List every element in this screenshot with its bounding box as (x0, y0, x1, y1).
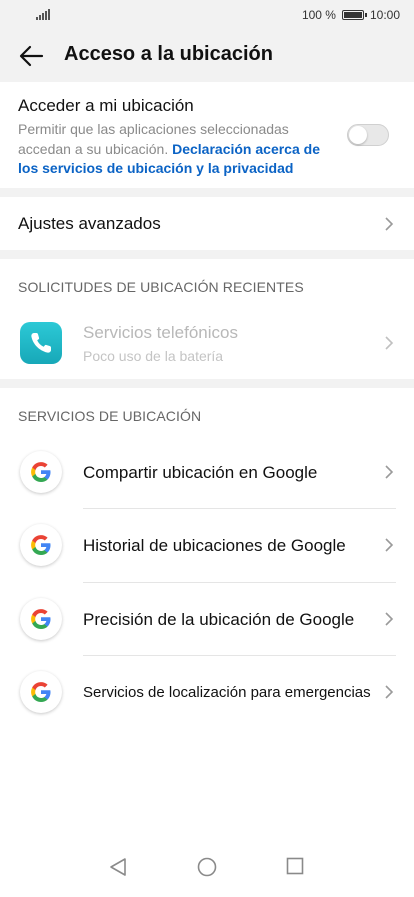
google-icon (20, 524, 62, 566)
phone-icon (20, 322, 62, 364)
triangle-back-icon (110, 858, 126, 876)
advanced-settings-row[interactable]: Ajustes avanzados (0, 197, 414, 250)
system-navigation-bar (0, 837, 414, 897)
arrow-left-icon (19, 45, 44, 67)
recent-requests-section: SOLICITUDES DE UBICACIÓN RECIENTES Servi… (0, 259, 414, 379)
location-access-toggle[interactable] (347, 124, 389, 146)
nav-back-button[interactable] (109, 857, 127, 882)
back-button[interactable] (16, 42, 46, 70)
location-service-label: Precisión de la ubicación de Google (83, 610, 355, 629)
square-recents-icon (286, 857, 304, 875)
chevron-right-icon (384, 465, 394, 479)
battery-icon (341, 10, 367, 20)
nav-home-button[interactable] (197, 857, 217, 882)
location-services-section: SERVICIOS DE UBICACIÓN Compartir ubicaci… (0, 388, 414, 838)
recent-request-title: Servicios telefónicos (83, 323, 238, 342)
chevron-right-icon (384, 217, 394, 231)
clock: 10:00 (369, 8, 400, 22)
google-icon (20, 598, 62, 640)
location-service-label: Servicios de localización para emergenci… (83, 684, 371, 701)
location-service-label: Historial de ubicaciones de Google (83, 536, 346, 555)
page-title: Acceso a la ubicación (64, 43, 273, 65)
nav-recents-button[interactable] (286, 857, 304, 880)
chevron-right-icon (384, 685, 394, 699)
recent-requests-header: SOLICITUDES DE UBICACIÓN RECIENTES (18, 279, 304, 295)
location-service-label: Compartir ubicación en Google (83, 463, 318, 482)
location-access-description: Permitir que las aplicaciones selecciona… (18, 120, 338, 179)
divider (83, 508, 396, 509)
advanced-settings-label: Ajustes avanzados (18, 214, 161, 233)
chevron-right-icon (384, 538, 394, 552)
toggle-knob (349, 126, 367, 144)
section-gap (0, 379, 414, 388)
chevron-right-icon (384, 612, 394, 626)
status-bar: 100 % 10:00 (0, 0, 414, 30)
divider (83, 655, 396, 656)
section-gap (0, 250, 414, 259)
location-access-section: Acceder a mi ubicación Permitir que las … (0, 82, 414, 188)
location-services-header: SERVICIOS DE UBICACIÓN (18, 408, 202, 424)
circle-home-icon (197, 857, 217, 877)
divider (83, 582, 396, 583)
google-icon (20, 671, 62, 713)
signal-icon (36, 9, 50, 20)
recent-request-subtitle: Poco uso de la batería (83, 348, 224, 364)
location-access-title: Acceder a mi ubicación (18, 96, 194, 115)
chevron-right-icon (384, 336, 394, 350)
battery-percent: 100 % (301, 8, 336, 22)
app-header: Acceso a la ubicación (0, 30, 414, 82)
google-icon (20, 451, 62, 493)
section-gap (0, 188, 414, 197)
